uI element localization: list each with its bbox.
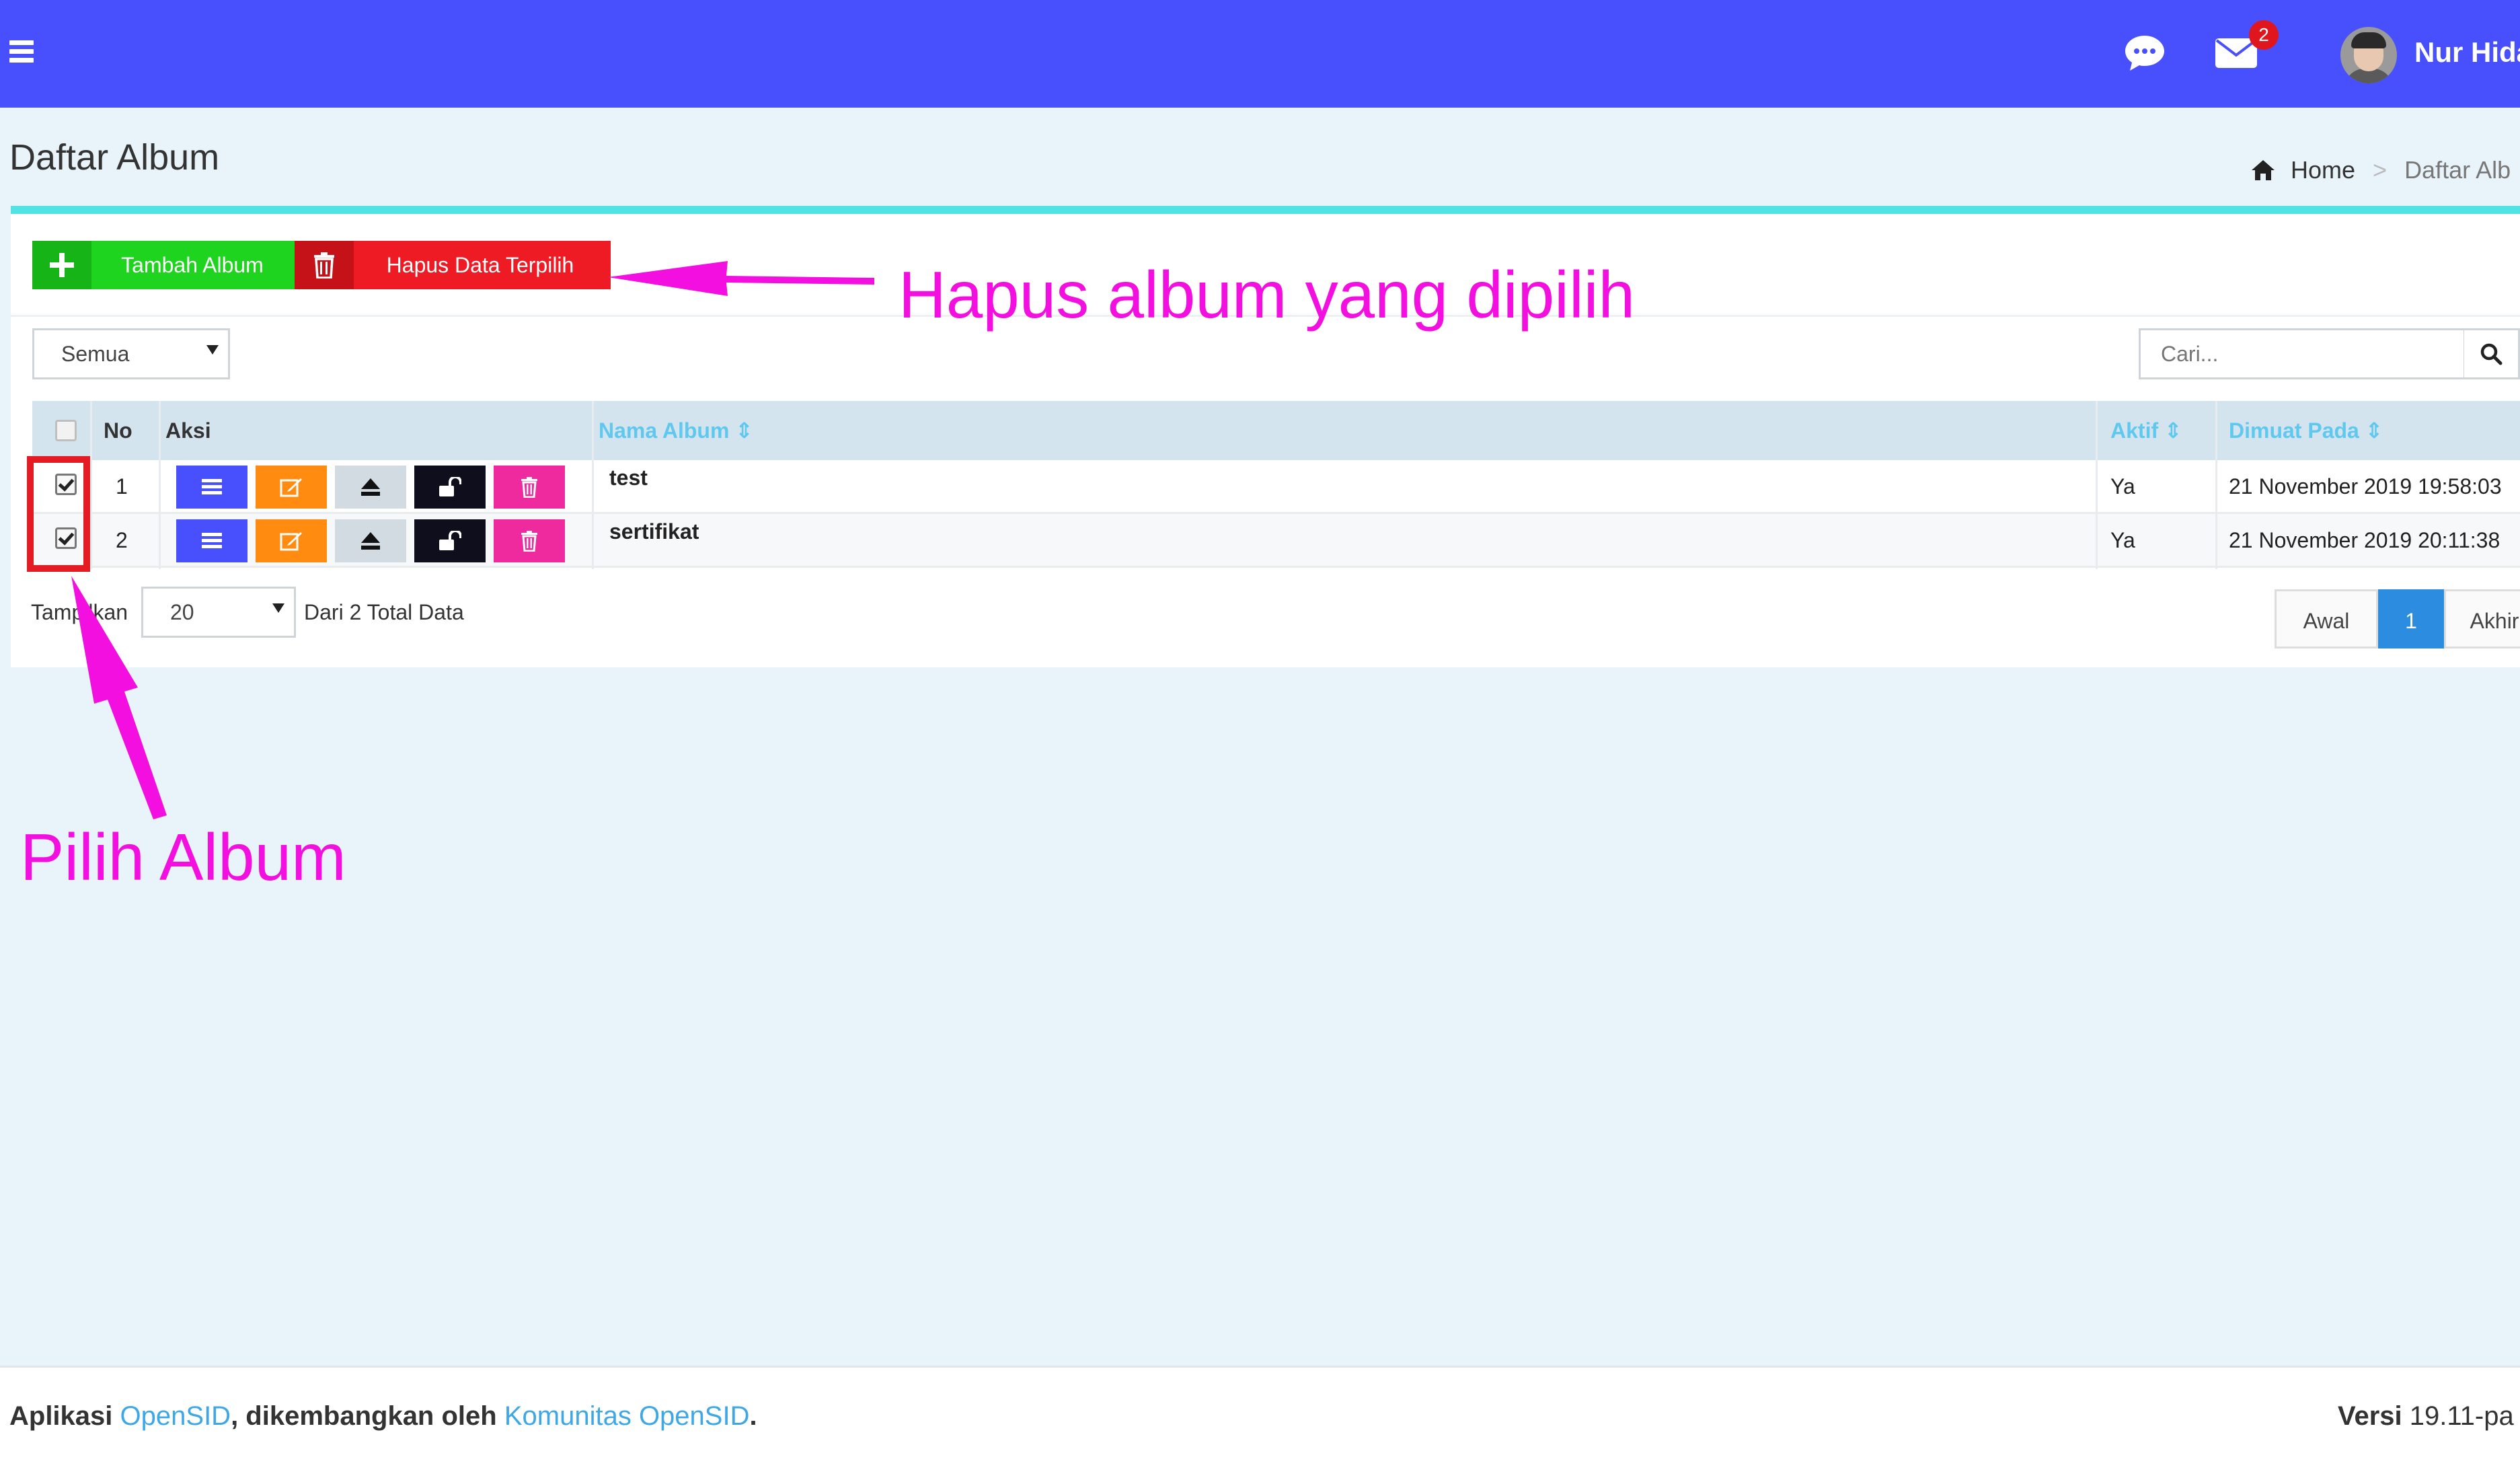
breadcrumb-current: Daftar Alb [2404,156,2511,184]
trash-icon [521,531,537,552]
annotation-select-note: Pilih Album [20,820,346,894]
row-date: 21 November 2019 19:58:03 [2229,474,2502,498]
album-detail-button[interactable] [176,466,247,509]
row-active: Ya [2110,528,2135,552]
home-icon [2252,160,2275,180]
delete-album-button[interactable] [494,519,565,562]
edit-icon [280,478,302,497]
trash-icon [295,241,354,289]
opensid-link[interactable]: OpenSID [120,1401,231,1431]
page-current[interactable]: 1 [2378,589,2444,649]
annotation-delete-note: Hapus album yang dipilih [899,258,1635,332]
col-dimuat-pada[interactable]: Dimuat Pada ⇕ [2229,401,2383,460]
delete-album-button[interactable] [494,466,565,509]
menu-toggle-icon[interactable] [9,40,34,65]
page-first[interactable]: Awal [2275,589,2378,649]
page-last[interactable]: Akhir [2444,589,2520,649]
sort-icon: ⇕ [735,418,754,443]
delete-selected-button[interactable]: Hapus Data Terpilih [295,241,611,289]
search-input[interactable] [2139,328,2466,379]
footer-version: Versi 19.11-pa [2338,1401,2514,1431]
col-aktif[interactable]: Aktif ⇕ [2110,401,2182,460]
edit-album-button[interactable] [256,519,327,562]
annotation-arrow-left [608,261,874,296]
col-no: No [104,418,132,443]
column-divider [2215,401,2217,569]
list-icon [202,533,222,548]
column-divider [90,401,92,569]
annotation-highlight-box [27,456,90,572]
chevron-down-icon [272,603,284,613]
total-data-label: Dari 2 Total Data [304,600,464,624]
add-album-label: Tambah Album [121,252,264,277]
search-button[interactable] [2464,328,2520,379]
eject-button[interactable] [335,519,406,562]
sort-icon: ⇕ [2164,418,2182,443]
breadcrumb: Home > Daftar Alb [2250,156,2511,184]
edit-icon [280,532,302,551]
row-album-name: sertifikat [609,519,699,544]
chevron-down-icon [206,345,219,355]
breadcrumb-separator: > [2373,156,2388,184]
row-album-name: test [609,466,648,490]
eject-icon [361,478,380,496]
community-link[interactable]: Komunitas OpenSID [504,1401,750,1431]
column-divider [592,401,594,569]
eject-icon [361,532,380,550]
row-no: 2 [116,528,128,552]
plus-icon [32,241,91,289]
search-icon [2480,343,2503,365]
column-divider [159,401,161,569]
list-icon [202,479,222,494]
annotation-arrow-up [71,576,167,819]
edit-album-button[interactable] [256,466,327,509]
eject-button[interactable] [335,466,406,509]
mail-count-badge: 2 [2249,20,2279,50]
delete-selected-label: Hapus Data Terpilih [386,252,574,277]
user-avatar[interactable] [2340,27,2397,83]
table-row: 2 sertifikat Ya 21 November 2019 20:11:3… [32,514,2520,568]
lock-toggle-button[interactable] [414,466,486,509]
pagination: Awal 1 Akhir [2275,589,2520,649]
chat-icon[interactable] [2121,30,2168,77]
column-divider [2096,401,2098,569]
lock-toggle-button[interactable] [414,519,486,562]
footer-credits: Aplikasi OpenSID, dikembangkan oleh Komu… [9,1401,757,1431]
page-title: Daftar Album [9,137,220,178]
unlock-icon [439,531,461,550]
sort-icon: ⇕ [2365,418,2383,443]
table-header: No Aksi Nama Album ⇕ Aktif ⇕ Dimuat Pada… [32,401,2520,460]
col-nama-album[interactable]: Nama Album ⇕ [599,401,753,460]
page-footer: Aplikasi OpenSID, dikembangkan oleh Komu… [0,1366,2520,1482]
select-all-checkbox[interactable] [55,420,77,441]
table-row: 1 test Ya 21 November 2019 19:58:03 [32,460,2520,514]
status-filter-select[interactable]: Semua [32,328,230,379]
user-name[interactable]: Nur Hida [2414,36,2520,69]
row-date: 21 November 2019 20:11:38 [2229,528,2500,552]
breadcrumb-home-link[interactable]: Home [2291,156,2355,184]
trash-icon [521,477,537,498]
top-navbar: 2 Nur Hida [0,0,2520,108]
col-aksi: Aksi [165,418,211,443]
row-active: Ya [2110,474,2135,498]
album-detail-button[interactable] [176,519,247,562]
status-filter-value: Semua [61,341,130,366]
row-no: 1 [116,474,128,498]
unlock-icon [439,477,461,496]
add-album-button[interactable]: Tambah Album [32,241,297,289]
